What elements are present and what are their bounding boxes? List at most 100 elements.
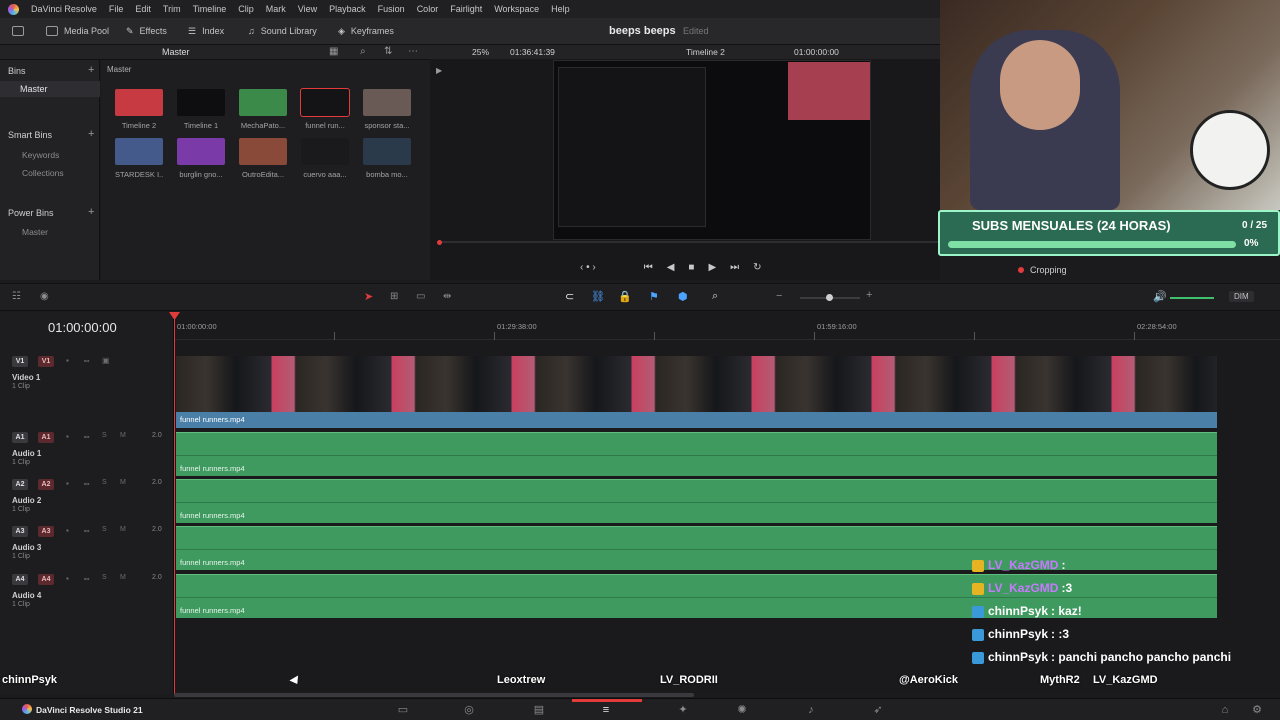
menu-help[interactable]: Help [551, 4, 570, 14]
track-destination-badge[interactable]: A1 [38, 432, 54, 443]
audio-clip-a1[interactable]: funnel runners.mp4 [176, 432, 1217, 476]
media-clip[interactable]: STARDESK I... [115, 138, 163, 179]
menu-clip[interactable]: Clip [238, 4, 254, 14]
sound-library-button[interactable]: ♫ Sound Library [248, 23, 317, 39]
cut-page-icon[interactable]: ◎ [462, 704, 476, 716]
timeline-playhead[interactable] [174, 314, 175, 694]
mute-button[interactable]: M [120, 432, 126, 439]
zoom-full-icon[interactable]: ⌕ [712, 290, 718, 303]
track-destination-badge[interactable]: V1 [38, 356, 54, 367]
layout-options-icon[interactable]: ☷ [12, 291, 21, 302]
zoom-slider-handle[interactable] [826, 294, 833, 301]
media-clip[interactable]: burglin gno... [177, 138, 225, 179]
trim-tool-icon[interactable]: ⊞ [390, 291, 398, 302]
track-id-badge[interactable]: A3 [12, 526, 28, 537]
auto-select-icon[interactable]: ⇔ [82, 355, 91, 365]
inspector-cropping[interactable]: Cropping [1018, 265, 1067, 275]
stop-icon[interactable]: ■ [688, 262, 694, 273]
menu-playback[interactable]: Playback [329, 4, 366, 14]
deliver-page-icon[interactable]: ➶ [871, 704, 885, 716]
blade-tool-icon[interactable]: ▭ [416, 291, 425, 302]
media-pool-button[interactable]: Media Pool [46, 23, 109, 39]
lock-icon[interactable]: 🔒 [618, 290, 632, 303]
fairlight-page-icon[interactable]: ♪ [804, 704, 818, 716]
media-clip[interactable]: cuervo aaa... [301, 138, 349, 179]
lock-track-icon[interactable]: ▪ [66, 356, 69, 365]
smart-bin-keywords[interactable]: Keywords [22, 150, 59, 160]
more-options-icon[interactable]: ⋯ [408, 46, 418, 57]
dim-button[interactable]: DIM [1229, 291, 1254, 302]
smart-bin-collections[interactable]: Collections [22, 168, 64, 178]
track-destination-badge[interactable]: A3 [38, 526, 54, 537]
track-destination-badge[interactable]: A4 [38, 574, 54, 585]
auto-select-icon[interactable]: ⇔ [82, 525, 91, 535]
settings-gear-icon[interactable]: ⚙ [1250, 704, 1264, 716]
lock-track-icon[interactable]: ▪ [66, 432, 69, 441]
add-bin-icon[interactable]: + [88, 64, 94, 76]
menu-edit[interactable]: Edit [135, 4, 151, 14]
grid-view-icon[interactable]: ▦ [329, 46, 338, 57]
video-clip-thumbnails[interactable] [176, 356, 1217, 412]
add-smart-bin-icon[interactable]: + [88, 128, 94, 140]
video-clip[interactable]: funnel runners.mp4 [176, 412, 1217, 428]
timeline-timecode[interactable]: 01:00:00:00 [48, 320, 117, 335]
media-clip[interactable]: MechaPato... [239, 89, 287, 130]
timeline-name-dropdown[interactable]: Timeline 2 [686, 47, 725, 57]
zoom-out-icon[interactable]: − [776, 290, 782, 302]
track-id-badge[interactable]: A2 [12, 479, 28, 490]
auto-select-icon[interactable]: ⇔ [82, 431, 91, 441]
bin-master[interactable]: Master [0, 81, 100, 97]
menu-file[interactable]: File [109, 4, 124, 14]
mute-button[interactable]: M [120, 479, 126, 486]
play-reverse-icon[interactable]: ◀ [667, 262, 675, 273]
jog-icon[interactable]: ‹ • › [580, 262, 596, 273]
color-page-icon[interactable]: ✺ [735, 704, 749, 716]
lock-track-icon[interactable]: ▪ [66, 479, 69, 488]
first-frame-icon[interactable]: ⏮ [644, 262, 653, 273]
linked-selection-icon[interactable]: ⛓ [591, 290, 605, 303]
dynamic-trim-icon[interactable]: ⇹ [443, 291, 451, 302]
scrubber-playhead[interactable] [437, 240, 442, 245]
marker-icon[interactable]: ⬢ [678, 290, 688, 303]
track-id-badge[interactable]: A4 [12, 574, 28, 585]
index-button[interactable]: ☰ Index [188, 23, 224, 39]
disable-track-icon[interactable]: ▣ [102, 356, 110, 365]
home-icon[interactable]: ⌂ [1218, 704, 1232, 716]
media-clip[interactable]: OutroEdita... [239, 138, 287, 179]
play-icon[interactable]: ▶ [708, 262, 716, 273]
add-power-bin-icon[interactable]: + [88, 206, 94, 218]
menu-view[interactable]: View [298, 4, 317, 14]
menu-workspace[interactable]: Workspace [494, 4, 539, 14]
flag-icon[interactable]: ⚑ [649, 290, 659, 303]
track-destination-badge[interactable]: A2 [38, 479, 54, 490]
keyframes-button[interactable]: ◈ Keyframes [338, 23, 394, 39]
auto-select-icon[interactable]: ⇔ [82, 478, 91, 488]
mute-button[interactable]: M [120, 574, 126, 581]
effects-button[interactable]: ✎ Effects [126, 23, 167, 39]
last-frame-icon[interactable]: ⏭ [730, 262, 739, 273]
menu-fairlight[interactable]: Fairlight [450, 4, 482, 14]
power-bin-master[interactable]: Master [22, 227, 48, 237]
viewer-prev-icon[interactable]: ▶ [436, 66, 442, 75]
media-clip[interactable]: funnel run... [300, 88, 350, 130]
lock-track-icon[interactable]: ▪ [66, 574, 69, 583]
menu-mark[interactable]: Mark [266, 4, 286, 14]
sort-icon[interactable]: ⇅ [384, 46, 392, 57]
solo-button[interactable]: S [102, 432, 107, 439]
menu-timeline[interactable]: Timeline [193, 4, 227, 14]
track-id-badge[interactable]: V1 [12, 356, 28, 367]
viewer-zoom[interactable]: 25% [472, 47, 489, 57]
selection-tool-icon[interactable]: ➤ [364, 290, 373, 303]
viewer-scrubber[interactable] [440, 241, 940, 243]
solo-button[interactable]: S [102, 574, 107, 581]
lock-track-icon[interactable]: ▪ [66, 526, 69, 535]
menu-fusion[interactable]: Fusion [378, 4, 405, 14]
edit-page-icon[interactable]: ≡ [599, 704, 613, 716]
media-clip[interactable]: Timeline 1 [177, 89, 225, 130]
search-icon[interactable]: ⌕ [360, 46, 366, 57]
media-clip[interactable]: bomba mo... [363, 138, 411, 179]
track-id-badge[interactable]: A1 [12, 432, 28, 443]
fusion-page-icon[interactable]: ✦ [676, 704, 690, 716]
zoom-options-icon[interactable]: ◉ [40, 291, 49, 302]
media-clip[interactable]: Timeline 2 [115, 89, 163, 130]
